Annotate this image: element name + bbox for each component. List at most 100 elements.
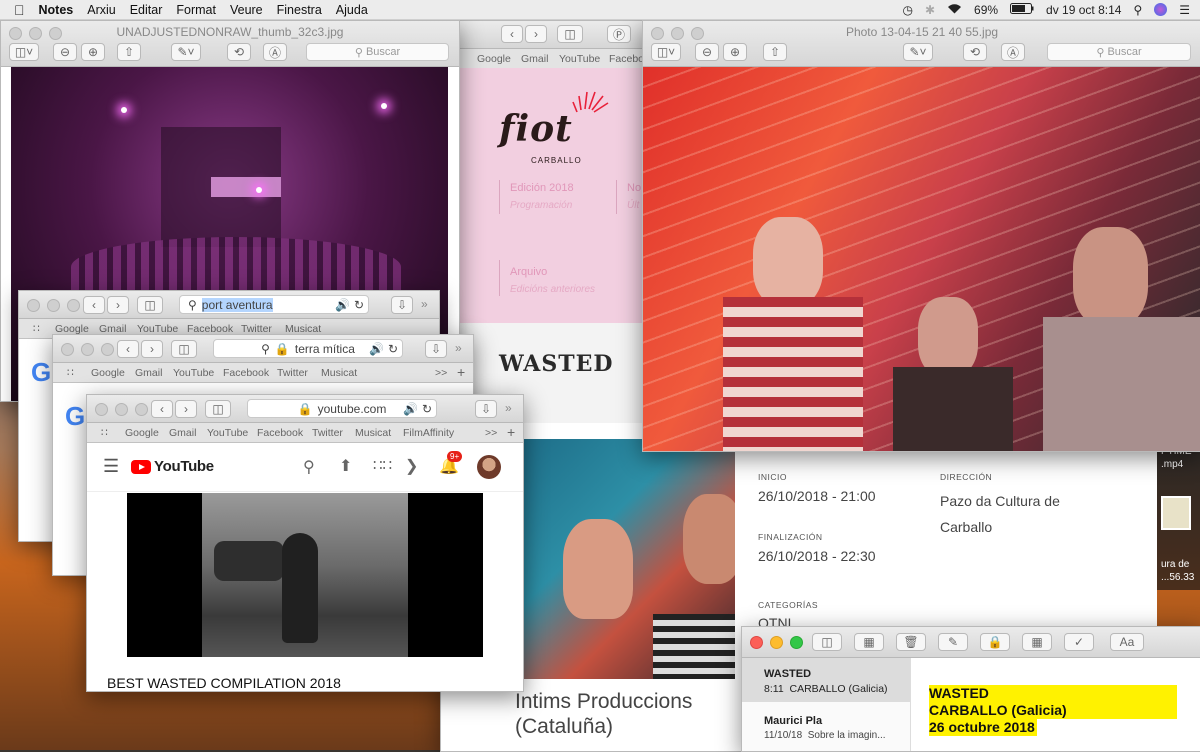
back-button[interactable]: ‹: [83, 296, 105, 314]
annotate-button[interactable]: Ⓐ: [263, 43, 287, 61]
notes-list-item-selected[interactable]: WASTED 8:11 CARBALLO (Galicia): [742, 658, 910, 702]
menu-app-name[interactable]: Notes: [39, 3, 74, 17]
fav-youtube[interactable]: YouTube: [559, 53, 600, 65]
reload-icon[interactable]: ↻: [422, 402, 432, 416]
forward-button[interactable]: ›: [175, 400, 197, 418]
fav-musicat[interactable]: Musicat: [355, 427, 391, 439]
desktop-icon-label[interactable]: ura de: [1161, 558, 1189, 571]
search-field[interactable]: ⚲ Buscar: [306, 43, 449, 61]
zoom-in-button[interactable]: ⊕: [723, 43, 747, 61]
video-title[interactable]: BEST WASTED COMPILATION 2018: [107, 675, 341, 691]
overflow-icon[interactable]: »: [421, 297, 428, 311]
fav-facebook[interactable]: Facebook: [257, 427, 303, 439]
minimize-button[interactable]: [770, 636, 783, 649]
back-button[interactable]: ‹: [151, 400, 173, 418]
siri-icon[interactable]: [1154, 3, 1168, 16]
grid-icon[interactable]: ∷: [67, 367, 74, 379]
fav-filmaffinity[interactable]: FilmAffinity: [403, 427, 454, 439]
battery-icon[interactable]: [1010, 2, 1034, 17]
close-button[interactable]: [95, 403, 108, 416]
trash-button[interactable]: 🗑: [896, 633, 926, 651]
close-button[interactable]: [27, 299, 40, 312]
annotate-button[interactable]: Ⓐ: [1001, 43, 1025, 61]
fav-google[interactable]: Google: [125, 427, 159, 439]
fav-twitter[interactable]: Twitter: [277, 367, 308, 379]
gallery-view-button[interactable]: ▦: [854, 633, 884, 651]
minimize-button[interactable]: [81, 343, 94, 356]
reload-icon[interactable]: ↻: [388, 342, 398, 356]
zoom-out-button[interactable]: ⊖: [53, 43, 77, 61]
sidebar-button[interactable]: ◫: [205, 400, 231, 418]
audio-icon[interactable]: 🔊: [403, 402, 418, 416]
grid-icon[interactable]: ∷: [101, 427, 108, 439]
nav-programacion[interactable]: Programación: [510, 200, 572, 211]
grid-icon[interactable]: ∷: [33, 323, 40, 335]
audio-icon[interactable]: 🔊: [369, 342, 384, 356]
share-button[interactable]: ⇧: [117, 43, 141, 61]
favorites-overflow-icon[interactable]: >>: [435, 367, 447, 379]
compose-button[interactable]: ✎: [938, 633, 968, 651]
lock-button[interactable]: 🔒: [980, 633, 1010, 651]
forward-button[interactable]: ›: [525, 25, 547, 43]
hamburger-menu-icon[interactable]: ☰: [103, 456, 119, 477]
zoom-in-button[interactable]: ⊕: [81, 43, 105, 61]
format-button[interactable]: Aa: [1110, 633, 1144, 651]
zoom-out-button[interactable]: ⊖: [695, 43, 719, 61]
nav-arquivo[interactable]: Arquivo: [510, 266, 547, 278]
desktop-icon-label[interactable]: ...56.33: [1161, 571, 1194, 584]
fav-gmail[interactable]: Gmail: [521, 53, 548, 65]
fav-twitter[interactable]: Twitter: [312, 427, 343, 439]
zoom-button[interactable]: [135, 403, 148, 416]
address-text[interactable]: youtube.com: [318, 402, 387, 416]
fav-musicat[interactable]: Musicat: [321, 367, 357, 379]
zoom-button[interactable]: [67, 299, 80, 312]
notification-center-icon[interactable]: ☰: [1179, 3, 1190, 17]
overflow-icon[interactable]: »: [455, 341, 462, 355]
apple-menu-icon[interactable]: : [14, 2, 25, 18]
desktop-file-thumbnail[interactable]: [1161, 496, 1191, 530]
favorites-overflow-icon[interactable]: >>: [485, 427, 497, 439]
zoom-button[interactable]: [101, 343, 114, 356]
clock[interactable]: dv 19 oct 8:14: [1046, 3, 1121, 17]
fav-google[interactable]: Google: [477, 53, 511, 65]
fav-youtube[interactable]: YouTube: [173, 367, 214, 379]
close-button[interactable]: [750, 636, 763, 649]
sidebar-button[interactable]: ◫: [557, 25, 583, 43]
address-bar[interactable]: ⚲ port aventura 🔊 ↻: [179, 295, 369, 314]
view-menu-button[interactable]: ◫˅: [9, 43, 39, 61]
view-menu-button[interactable]: ◫˅: [651, 43, 681, 61]
checklist-button[interactable]: ✓: [1064, 633, 1094, 651]
search-icon[interactable]: ⚲: [303, 457, 315, 477]
pinterest-icon[interactable]: Ⓟ: [607, 25, 631, 43]
search-field[interactable]: ⚲ Buscar: [1047, 43, 1191, 61]
new-tab-icon[interactable]: +: [507, 424, 515, 440]
rotate-button[interactable]: ⟲: [963, 43, 987, 61]
nav-noticias[interactable]: No: [627, 182, 641, 194]
close-button[interactable]: [61, 343, 74, 356]
back-button[interactable]: ‹: [501, 25, 523, 43]
zoom-button[interactable]: [790, 636, 803, 649]
sidebar-button[interactable]: ◫: [137, 296, 163, 314]
rotate-button[interactable]: ⟲: [227, 43, 251, 61]
menu-editar[interactable]: Editar: [130, 3, 163, 17]
note-body[interactable]: WASTED CARBALLO (Galicia) 26 octubre 201…: [929, 685, 1177, 736]
forward-button[interactable]: ›: [141, 340, 163, 358]
nav-edicion-2018[interactable]: Edición 2018: [510, 182, 574, 194]
minimize-button[interactable]: [115, 403, 128, 416]
google-logo[interactable]: G: [31, 357, 51, 388]
markup-button[interactable]: ✎˅: [903, 43, 933, 61]
downloads-button[interactable]: ⇩: [475, 400, 497, 418]
fav-youtube[interactable]: YouTube: [207, 427, 248, 439]
address-text[interactable]: terra mítica: [295, 342, 355, 356]
address-bar[interactable]: ⚲ 🔒 terra mítica 🔊 ↻: [213, 339, 403, 358]
bluetooth-icon[interactable]: ✱: [925, 3, 935, 17]
overflow-icon[interactable]: »: [505, 401, 512, 415]
wifi-icon[interactable]: [947, 3, 962, 17]
note-editor[interactable]: WASTED CARBALLO (Galicia) 26 octubre 201…: [911, 658, 1200, 751]
share-button[interactable]: ⇧: [763, 43, 787, 61]
desktop-icon-label[interactable]: .mp4: [1161, 458, 1183, 471]
upload-icon[interactable]: ⬆: [339, 456, 352, 476]
apps-grid-icon[interactable]: ∷∷: [373, 456, 392, 474]
video-player[interactable]: [127, 493, 483, 657]
fav-gmail[interactable]: Gmail: [169, 427, 196, 439]
